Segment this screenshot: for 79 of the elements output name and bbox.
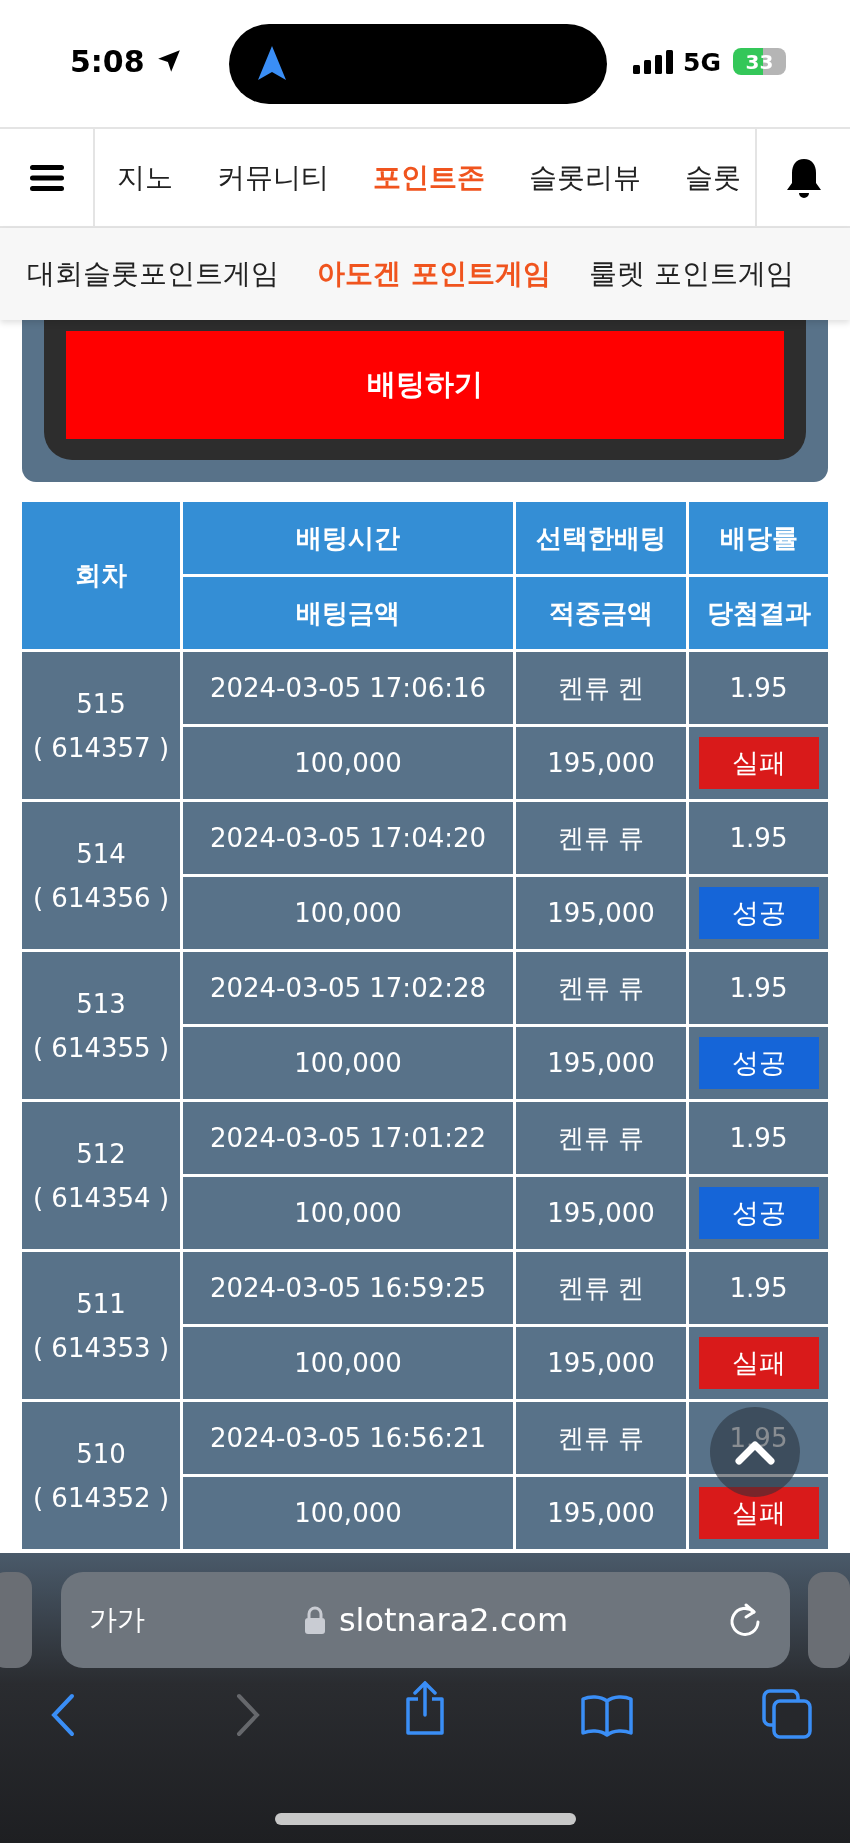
table-cell: 1.95 — [689, 802, 828, 874]
table-cell: 1.95 — [689, 652, 828, 724]
table-cell: 195,000 — [516, 1327, 686, 1399]
header-cell: 회차 — [22, 502, 180, 649]
game-tab[interactable]: 룰렛 포인트게임 — [588, 255, 794, 293]
table-cell: 100,000 — [183, 1027, 513, 1099]
table-cell: 켄류 켄 — [516, 1252, 686, 1324]
table-cell: 100,000 — [183, 727, 513, 799]
reload-icon[interactable] — [728, 1602, 762, 1638]
tabs-button[interactable] — [762, 1689, 812, 1742]
navigation-arrow-icon — [258, 46, 286, 80]
round-number: 515 — [76, 688, 126, 719]
table-cell: 100,000 — [183, 1327, 513, 1399]
result-badge: 성공 — [698, 1037, 819, 1089]
table-cell: 195,000 — [516, 727, 686, 799]
bet-button[interactable]: 배팅하기 — [66, 331, 784, 439]
signal-icon — [633, 50, 675, 74]
table-cell: 100,000 — [183, 1477, 513, 1549]
nav-tab[interactable]: 지노 — [117, 158, 173, 197]
table-cell: 195,000 — [516, 1027, 686, 1099]
url-text: slotnara2.com — [338, 1601, 569, 1639]
text-size-button[interactable]: 가가 — [89, 1601, 145, 1639]
header-cell: 선택한배팅 — [516, 502, 686, 574]
nav-tab[interactable]: 포인트존 — [373, 158, 485, 197]
table-cell: 켄류 류 — [516, 1402, 686, 1474]
header-cell: 당첨결과 — [689, 577, 828, 649]
round-number: 514 — [76, 838, 126, 869]
table-cell: 2024-03-05 17:02:28 — [183, 952, 513, 1024]
table-cell: 195,000 — [516, 877, 686, 949]
result-badge: 성공 — [698, 1187, 819, 1239]
round-number: 513 — [76, 988, 126, 1019]
round-id: ( 614355 ) — [32, 1032, 170, 1063]
nav-tab[interactable]: 슬롯리뷰 — [529, 158, 641, 197]
bookmarks-button[interactable] — [580, 1693, 634, 1740]
round-id: ( 614356 ) — [32, 882, 170, 913]
lock-icon — [304, 1606, 325, 1634]
location-arrow-icon — [156, 48, 182, 74]
table-cell: 2024-03-05 16:56:21 — [183, 1402, 513, 1474]
result-badge: 실패 — [698, 1337, 819, 1389]
table-cell: 2024-03-05 17:06:16 — [183, 652, 513, 724]
table-cell: 켄류 류 — [516, 1102, 686, 1174]
table-cell: 195,000 — [516, 1477, 686, 1549]
tab-preview[interactable] — [808, 1572, 850, 1668]
table-cell: 켄류 류 — [516, 802, 686, 874]
round-id: ( 614357 ) — [32, 732, 170, 763]
clock-time: 5:08 — [70, 44, 145, 79]
table-cell: 1.95 — [689, 952, 828, 1024]
table-cell: 100,000 — [183, 1177, 513, 1249]
round-id: ( 614352 ) — [32, 1482, 170, 1513]
table-cell: 1.95 — [689, 1252, 828, 1324]
header-cell: 적중금액 — [516, 577, 686, 649]
header-cell: 배당률 — [689, 502, 828, 574]
table-cell: 1.95 — [689, 1402, 828, 1474]
round-number: 510 — [76, 1438, 126, 1469]
header-cell: 배팅시간 — [183, 502, 513, 574]
table-cell: 켄류 류 — [516, 952, 686, 1024]
table-cell: 2024-03-05 16:59:25 — [183, 1252, 513, 1324]
round-id: ( 614354 ) — [32, 1182, 170, 1213]
table-cell: 2024-03-05 17:01:22 — [183, 1102, 513, 1174]
table-cell: 2024-03-05 17:04:20 — [183, 802, 513, 874]
table-cell: 켄류 켄 — [516, 652, 686, 724]
nav-tab[interactable]: 커뮤니티 — [217, 158, 329, 197]
round-id: ( 614353 ) — [32, 1332, 170, 1363]
result-badge: 성공 — [698, 887, 819, 939]
game-tab[interactable]: 대회슬롯포인트게임 — [27, 255, 279, 293]
result-badge: 실패 — [698, 737, 819, 789]
network-label: 5G — [683, 48, 721, 77]
table-cell: 100,000 — [183, 877, 513, 949]
round-number: 512 — [76, 1138, 126, 1169]
menu-icon — [29, 164, 64, 191]
address-bar[interactable]: 가가 slotnara2.com — [61, 1572, 790, 1668]
round-number: 511 — [76, 1288, 126, 1319]
bell-icon — [784, 156, 823, 199]
result-badge: 실패 — [698, 1487, 819, 1539]
nav-tab[interactable]: 슬롯 — [685, 158, 741, 197]
table-cell: 195,000 — [516, 1177, 686, 1249]
table-cell: 1.95 — [689, 1102, 828, 1174]
share-button[interactable] — [404, 1681, 446, 1738]
header-cell: 배팅금액 — [183, 577, 513, 649]
